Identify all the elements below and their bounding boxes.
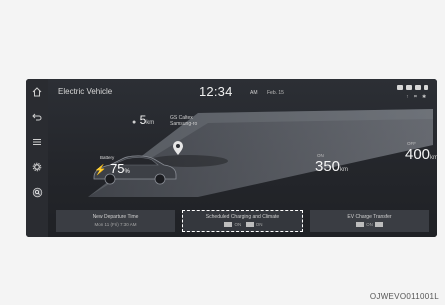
ev-charge-transfer-sub: ON [310, 221, 429, 228]
ev-charge-transfer-button[interactable]: EV Charge Transfer ON [310, 209, 429, 232]
clock-date: Feb. 15 [267, 90, 284, 96]
new-departure-time-button[interactable]: New Departure Time Mon 11 (Fri) 7:30 AM [56, 209, 175, 232]
max-range: 400km [405, 146, 437, 163]
scheduled-charging-button[interactable]: Scheduled Charging and Climate ON ON [182, 209, 303, 232]
bottom-bar: New Departure Time Mon 11 (Fri) 7:30 AM … [48, 204, 437, 237]
scheduled-charging-sub: ON ON [183, 221, 302, 228]
ev-charge-transfer-label: EV Charge Transfer [347, 213, 392, 220]
phone-icon [415, 85, 421, 90]
clock-time: 12:34 [199, 84, 233, 99]
new-departure-time-sub: Mon 11 (Fri) 7:30 AM [94, 222, 137, 227]
home-icon[interactable] [30, 85, 44, 99]
transfer-icon [356, 222, 365, 228]
ev-screen: Electric Vehicle 12:34 AM Feb. 15 ↑ ⌗ ✱ … [26, 79, 437, 237]
climate-icon [245, 222, 254, 228]
climate-status: ON [255, 221, 263, 227]
clock-ampm: AM [250, 90, 258, 96]
sidebar [26, 79, 48, 237]
battery-percent: 75 [110, 161, 125, 176]
signal-icon [397, 85, 403, 90]
search-icon[interactable] [30, 185, 44, 199]
min-range-unit: km [146, 120, 155, 126]
charging-icon [224, 222, 233, 228]
main-panel: Electric Vehicle 12:34 AM Feb. 15 ↑ ⌗ ✱ … [48, 79, 437, 237]
current-range-value: 350 [315, 158, 341, 175]
back-icon[interactable] [30, 110, 44, 124]
new-departure-time-label: New Departure Time [92, 214, 139, 220]
charging-bolt-icon: ⚡ [94, 165, 107, 176]
battery-label: Battery [100, 155, 115, 160]
status-icons-row2: ↑ ⌗ ✱ [406, 94, 428, 100]
battery-unit: % [124, 169, 130, 175]
min-range: ● 5km [132, 113, 154, 127]
charger-icon: ● [132, 119, 137, 126]
page-title: Electric Vehicle [58, 87, 113, 96]
status-icons [397, 85, 428, 90]
menu-icon[interactable] [30, 135, 44, 149]
battery-level: ⚡ 75% [94, 161, 130, 176]
charging-status: ON [234, 221, 242, 227]
image-code: OJWEVO011001L [369, 292, 439, 301]
battery-icon [406, 85, 412, 90]
scheduled-charging-label: Scheduled Charging and Climate [205, 213, 280, 220]
transfer-toggle-icon [374, 222, 383, 228]
ev-charge-transfer-status: ON [366, 221, 373, 227]
current-range: 350km [315, 158, 348, 175]
charger-station-label: GS Caltex Samsung-ro [170, 115, 198, 127]
max-range-unit: km [430, 155, 437, 161]
settings-icon[interactable] [30, 160, 44, 174]
max-range-value: 400 [405, 146, 431, 163]
bluetooth-icon [424, 85, 428, 90]
current-range-unit: km [340, 167, 349, 173]
